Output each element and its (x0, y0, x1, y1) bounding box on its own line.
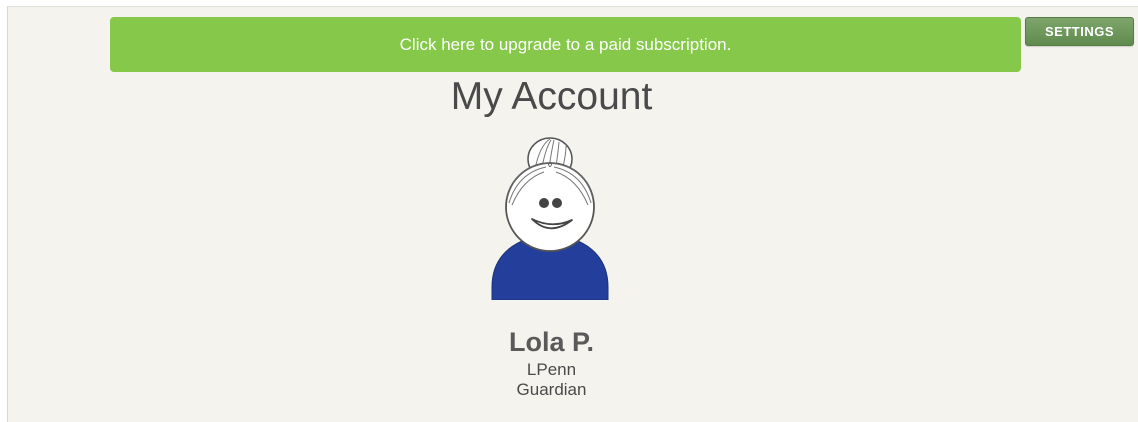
profile-username: LPenn (526, 360, 577, 379)
page-title: My Account (450, 75, 653, 118)
upgrade-banner[interactable]: Click here to upgrade to a paid subscrip… (110, 17, 1021, 72)
profile-name: Lola P. (508, 327, 595, 357)
settings-button[interactable]: SETTINGS (1025, 17, 1134, 46)
upgrade-banner-text: Click here to upgrade to a paid subscrip… (399, 34, 732, 54)
account-page: Click here to upgrade to a paid subscrip… (7, 6, 1138, 422)
profile-role: Guardian (516, 380, 587, 399)
grandmother-avatar-icon (491, 137, 609, 300)
